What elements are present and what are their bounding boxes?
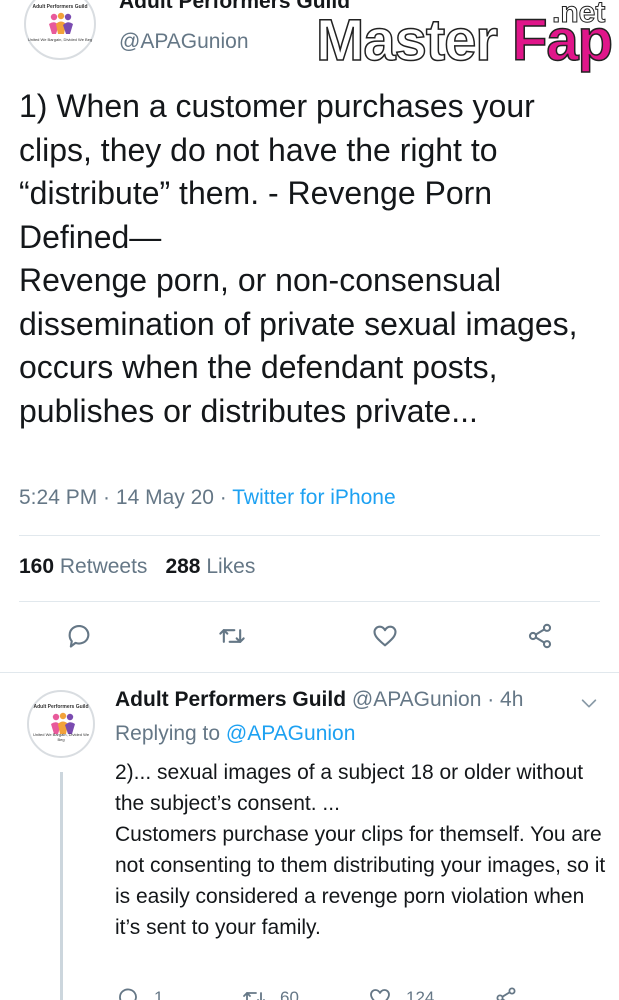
reply-reply-count: 1 [154,988,164,1000]
divider [19,535,600,536]
watermark-logo: Master Fap .net [315,0,616,80]
share-icon [496,987,516,1000]
reply-time[interactable]: · 4h [487,688,523,711]
reply-reply-button[interactable]: 1 [116,986,163,1000]
avatar-logo-bottom-text: United We Bargain, Divided We Beg [32,732,90,742]
tweet-time: 5:24 PM [19,486,98,509]
thread-line [60,772,63,1000]
replying-mention-link[interactable]: @APAGunion [226,722,356,745]
tweet-text: 1) When a customer purchases your clips,… [19,88,578,429]
share-icon [528,623,552,649]
meta-separator: · [97,486,116,509]
likes-stat[interactable]: 288 Likes [165,555,255,578]
reply-share-button[interactable] [494,986,532,1000]
meta-separator-2: · [213,486,233,509]
likes-count: 288 [165,555,201,578]
reply-like-count: 124 [406,988,435,1000]
tweet-stats: 160 Retweets 288 Likes [19,555,255,579]
reply-text: 2)... sexual images of a subject 18 or o… [115,761,606,939]
reply-author-name[interactable]: Adult Performers Guild [115,688,346,711]
reply-header: Adult Performers Guild @APAGunion · 4h [115,688,523,712]
like-button[interactable] [369,620,401,652]
retweet-icon [243,992,265,1000]
tweet-meta: 5:24 PM · 14 May 20 · Twitter for iPhone [19,486,396,510]
tweet-date: 14 May 20 [115,486,214,509]
reply-like-button[interactable]: 124 [368,986,434,1000]
reply-author-handle[interactable]: @APAGunion [352,688,482,711]
watermark-master-text: Master [315,8,498,73]
divider [19,601,600,602]
share-button[interactable] [524,620,556,652]
author-handle[interactable]: @APAGunion [119,30,249,54]
retweet-button[interactable] [216,620,248,652]
retweets-stat[interactable]: 160 Retweets [19,555,147,578]
avatar-logo-bottom-text: United We Bargain, Divided We Beg [27,37,93,42]
likes-label: Likes [206,555,256,578]
watermark-net-text: .net [551,0,606,29]
reply-retweet-button[interactable]: 60 [242,986,299,1000]
guild-logo-icon [49,12,73,34]
divider [0,672,619,673]
avatar-logo-top-text: Adult Performers Guild [32,4,88,10]
reply-icon [68,624,90,648]
retweets-count: 160 [19,555,55,578]
author-avatar[interactable]: Adult Performers Guild United We Bargain… [24,0,96,60]
tweet-source-link[interactable]: Twitter for iPhone [232,486,395,509]
retweets-label: Retweets [59,555,148,578]
replying-to: Replying to @APAGunion [115,722,355,746]
reply-icon [119,988,137,1000]
reply-retweet-count: 60 [280,988,299,1000]
retweet-icon [219,629,245,643]
reply-author-avatar[interactable]: Adult Performers Guild United We Bargain… [27,690,95,758]
reply-button[interactable] [63,620,95,652]
heart-icon [370,989,390,1000]
heart-icon [373,625,397,647]
replying-prefix: Replying to [115,722,221,745]
chevron-down-icon[interactable] [578,692,600,714]
avatar-logo-top-text: Adult Performers Guild [33,704,89,710]
